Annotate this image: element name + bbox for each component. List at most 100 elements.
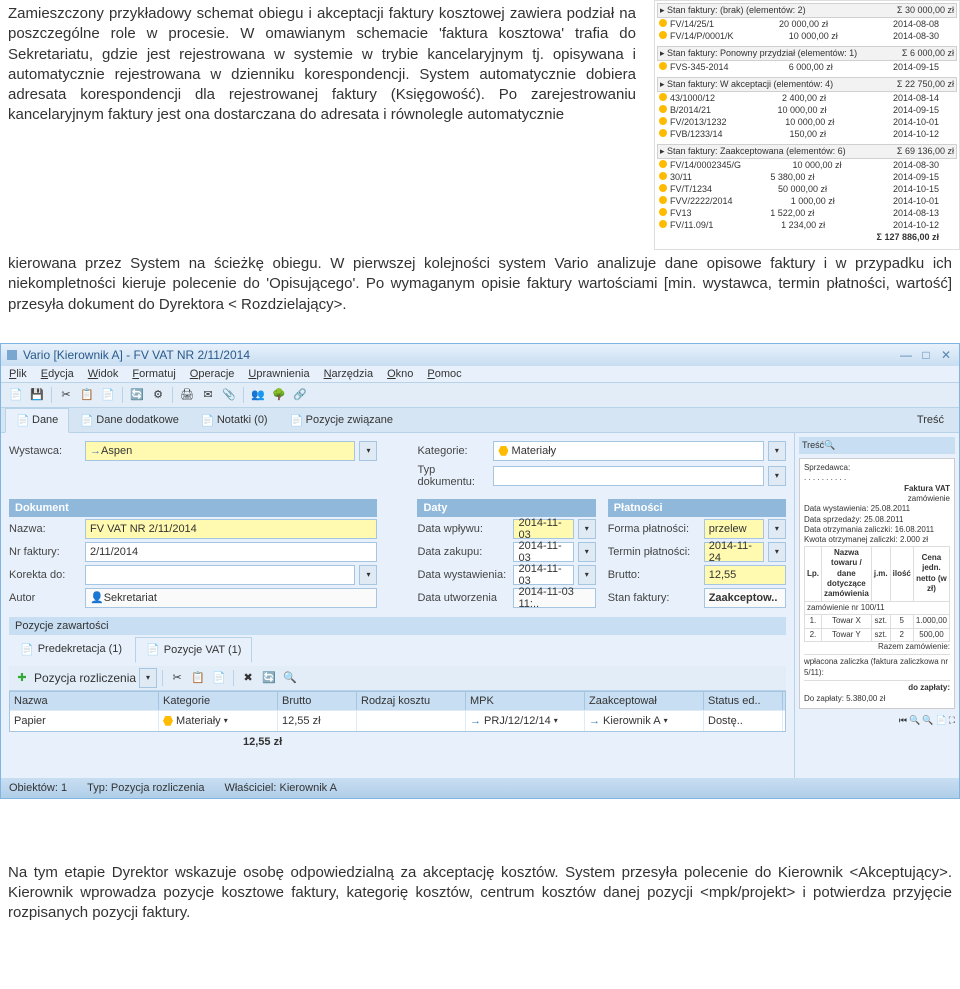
tb-copy-icon[interactable]: 📋 [189,669,207,687]
cell[interactable]: → Kierownik A ▾ [585,711,704,731]
tp-field[interactable]: 2014-11-24 [704,542,764,562]
cell[interactable]: 12,55 zł [278,711,357,731]
cell[interactable]: Materiały ▾ [159,711,278,731]
menu-pomoc[interactable]: Pomoc [427,368,461,380]
tb-cut-icon[interactable]: ✂ [168,669,186,687]
new-icon[interactable]: 📄 [7,386,25,404]
cell[interactable]: Dostę.. [704,711,783,731]
action-icon[interactable]: ⚙ [149,386,167,404]
paste-icon[interactable]: 📄 [99,386,117,404]
tab-notatki----[interactable]: 📄Notatki (0) [190,408,279,432]
wystawca-label: Wystawca: [9,445,81,457]
add-pozycja-dropdown[interactable]: ▾ [139,668,157,688]
autor-field: 👤 Sekretariat [85,588,377,608]
tb-del-icon[interactable]: ✖ [239,669,257,687]
tresc-header: Treść🔍 [799,437,955,454]
cut-icon[interactable]: ✂ [57,386,75,404]
tp-label: Termin płatności: [608,546,700,558]
col-header[interactable]: Zaakceptował [585,692,704,710]
menu-widok[interactable]: Widok [88,368,119,380]
wystawca-dropdown[interactable]: ▾ [359,441,377,461]
cell[interactable] [357,711,466,731]
mail-icon[interactable]: ✉ [199,386,217,404]
korekta-label: Korekta do: [9,569,81,581]
pozycje-table[interactable]: NazwaKategorieBruttoRodzaj kosztuMPKZaak… [9,691,786,732]
menu-formatuj[interactable]: Formatuj [132,368,175,380]
nav-first-icon[interactable]: ⏮ [899,715,907,726]
dz-field[interactable]: 2014-11-03 [513,542,573,562]
menu-uprawnienia[interactable]: Uprawnienia [248,368,309,380]
menu-edycja[interactable]: Edycja [41,368,74,380]
du-field: 2014-11-03 11:.. [513,588,595,608]
toolbar[interactable]: 📄 💾 ✂ 📋 📄 🔄 ⚙ 🖨 ✉ 📎 👥 🌳 🔗 [1,383,959,408]
menu-bar[interactable]: Plik Edycja Widok Formatuj Operacje Uprawnien… [1,366,959,383]
print-icon[interactable]: 🖨 [178,386,196,404]
save-icon[interactable]: 💾 [28,386,46,404]
dz-cal[interactable]: ▾ [578,542,596,562]
tab-dane[interactable]: 📄Dane [5,408,69,433]
menu-plik[interactable]: Plik [9,368,27,380]
kategorie-dropdown[interactable]: ▾ [768,441,786,461]
br-field[interactable]: 12,55 [704,565,786,585]
tab-pozycje-zwi-zane[interactable]: 📄Pozycje związane [279,408,404,432]
add-icon[interactable]: ✚ [13,669,31,687]
tp-cal[interactable]: ▾ [768,542,786,562]
nazwa-field[interactable]: FV VAT NR 2/11/2014 [85,519,377,539]
menu-okno[interactable]: Okno [387,368,413,380]
zoom-in-icon[interactable]: 🔍 [922,715,933,726]
tb-refresh-icon[interactable]: 🔄 [260,669,278,687]
br-label: Brutto: [608,569,700,581]
tab-predekretacja[interactable]: 📄Predekretacja (1) [9,637,133,662]
zoom-out-icon[interactable]: 🔍 [909,715,920,726]
tab-dane-dodatkowe[interactable]: 📄Dane dodatkowe [69,408,190,432]
tab-pozycje-vat[interactable]: 📄Pozycje VAT (1) [135,637,252,663]
daty-section: Daty [417,499,595,517]
expand-icon[interactable]: ⛶ [949,715,955,726]
col-header[interactable]: MPK [466,692,585,710]
nrf-field[interactable]: 2/11/2014 [85,542,377,562]
korekta-field[interactable] [85,565,355,585]
korekta-dropdown[interactable]: ▾ [359,565,377,585]
col-header[interactable]: Kategorie [159,692,278,710]
close-button[interactable]: ✕ [939,348,953,362]
minimize-button[interactable]: — [899,348,913,362]
tresc-search-icon[interactable]: 🔍 [824,440,835,450]
wystawca-field[interactable]: → Aspen [85,441,355,461]
typdok-field[interactable] [493,466,763,486]
fp-dropdown[interactable]: ▾ [768,519,786,539]
page-icon[interactable]: 📄 [935,715,946,726]
tresc-tab[interactable]: Treść [906,408,955,432]
dw-field[interactable]: 2014-11-03 [513,519,573,539]
maximize-button[interactable]: □ [919,348,933,362]
dw-cal[interactable]: ▾ [578,519,596,539]
tb-filter-icon[interactable]: 🔍 [281,669,299,687]
copy-icon[interactable]: 📋 [78,386,96,404]
tab-bar: 📄Dane📄Dane dodatkowe📄Notatki (0)📄Pozycje… [1,408,959,433]
pozycje-section: Pozycje zawartości [9,617,786,635]
dw-label: Data wpływu: [417,523,509,535]
window-title: Vario [Kierownik A] - FV VAT NR 2/11/201… [23,348,250,362]
kategorie-field[interactable]: Materiały [493,441,763,461]
menu-operacje[interactable]: Operacje [190,368,235,380]
col-header[interactable]: Brutto [278,692,357,710]
col-header[interactable]: Nazwa [10,692,159,710]
typdok-label: Typ dokumentu: [417,464,489,488]
dokument-section: Dokument [9,499,377,517]
cell[interactable]: → PRJ/12/12/14 ▾ [466,711,585,731]
doc-text-3: Na tym etapie Dyrektor wskazuje osobę od… [8,864,952,922]
users-icon[interactable]: 👥 [249,386,267,404]
typdok-dropdown[interactable]: ▾ [768,466,786,486]
col-header[interactable]: Status ed.. [704,692,783,710]
dwy-field[interactable]: 2014-11-03 [513,565,573,585]
tb-paste-icon[interactable]: 📄 [210,669,228,687]
refresh-icon[interactable]: 🔄 [128,386,146,404]
cell[interactable]: Papier [10,711,159,731]
dwy-cal[interactable]: ▾ [578,565,596,585]
fp-field[interactable]: przelew [704,519,764,539]
attach-icon[interactable]: 📎 [220,386,238,404]
menu-narzędzia[interactable]: Narzędzia [324,368,374,380]
link-icon[interactable]: 🔗 [291,386,309,404]
tree-icon[interactable]: 🌳 [270,386,288,404]
col-header[interactable]: Rodzaj kosztu [357,692,466,710]
add-pozycja-button[interactable]: Pozycja rozliczenia [34,671,136,685]
